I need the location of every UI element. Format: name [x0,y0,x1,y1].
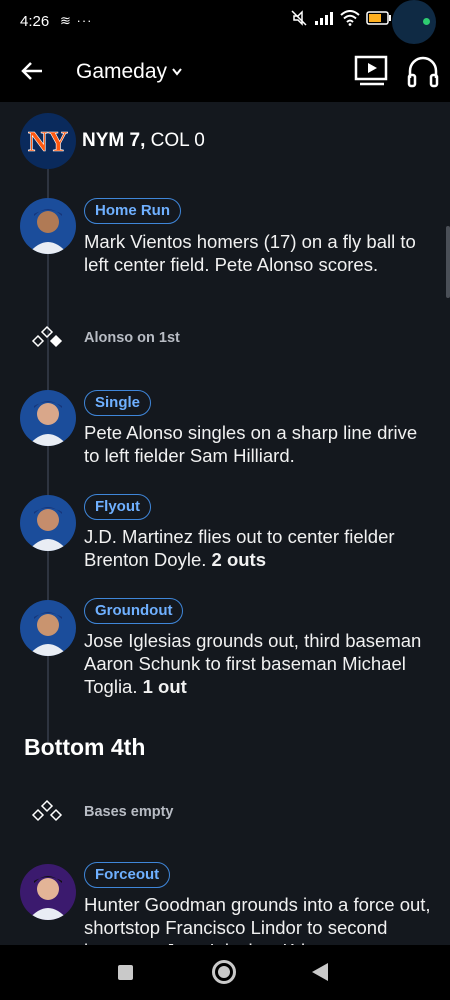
play-type-badge: Groundout [84,598,184,624]
play-type-badge: Forceout [84,862,171,888]
status-time: 4:26 [20,13,50,30]
player-avatar [20,198,76,254]
mets-logo: NY [20,113,76,169]
score-summary: NY NYM 7, COL 0 [20,113,205,169]
outs-count: 2 outs [211,549,266,570]
scrollbar-thumb[interactable] [446,226,450,298]
bases-status: Bases empty [0,799,450,829]
inning-header: Bottom 4th [24,734,146,760]
recents-square-icon[interactable] [118,965,133,980]
player-avatar [20,495,76,551]
bases-label: Alonso on 1st [84,330,180,346]
play-description: Jose Iglesias grounds out, third baseman… [84,630,422,697]
team-score: NYM 7, [82,130,146,151]
mets-logo-icon: NY [28,127,68,159]
headphones-icon[interactable] [406,54,440,88]
bases-diamond-icon [31,325,63,348]
status-bar: 4:26 ≋ ··· [0,0,450,44]
mets-logo-text: NY [28,127,68,158]
bases-status: Alonso on 1st [0,325,450,355]
status-right-icons [290,10,392,26]
player-avatar [20,390,76,446]
play-description: Hunter Goodman grounds into a force out,… [84,894,431,945]
play-type-badge: Single [84,390,152,416]
gameday-feed[interactable]: NY NYM 7, COL 0 Home Run Mark Vientos ho… [0,102,450,945]
app-bar: Gameday [0,44,450,102]
bases-label: Bases empty [84,804,174,820]
wifi-icon [340,10,360,26]
gameday-dropdown[interactable]: Gameday [76,60,183,84]
bases-diamond-icon [31,799,63,822]
play-description: Mark Vientos homers (17) on a fly ball t… [84,231,416,275]
opponent-score: COL 0 [150,130,205,151]
mute-icon [291,10,307,26]
back-arrow-icon[interactable] [18,56,48,86]
signal-icon [315,12,333,25]
play-description: Pete Alonso singles on a sharp line driv… [84,422,418,466]
status-notification-icons: ≋ ··· [60,13,93,28]
app-title: Gameday [76,60,168,83]
player-avatar [20,864,76,920]
outs-count: 1 out [142,676,187,697]
play-description: J.D. Martinez flies out to center fielde… [84,526,395,570]
recording-dot-icon [423,18,430,25]
chevron-down-icon [172,68,182,76]
home-circle-icon[interactable] [212,960,236,984]
back-triangle-icon[interactable] [312,963,328,981]
battery-icon [366,11,391,25]
score-text: NYM 7, COL 0 [82,130,205,152]
play-type-badge: Home Run [84,198,181,224]
player-avatar [20,600,76,656]
video-icon[interactable] [354,54,390,88]
system-nav-bar [0,945,450,1000]
play-type-badge: Flyout [84,494,151,520]
